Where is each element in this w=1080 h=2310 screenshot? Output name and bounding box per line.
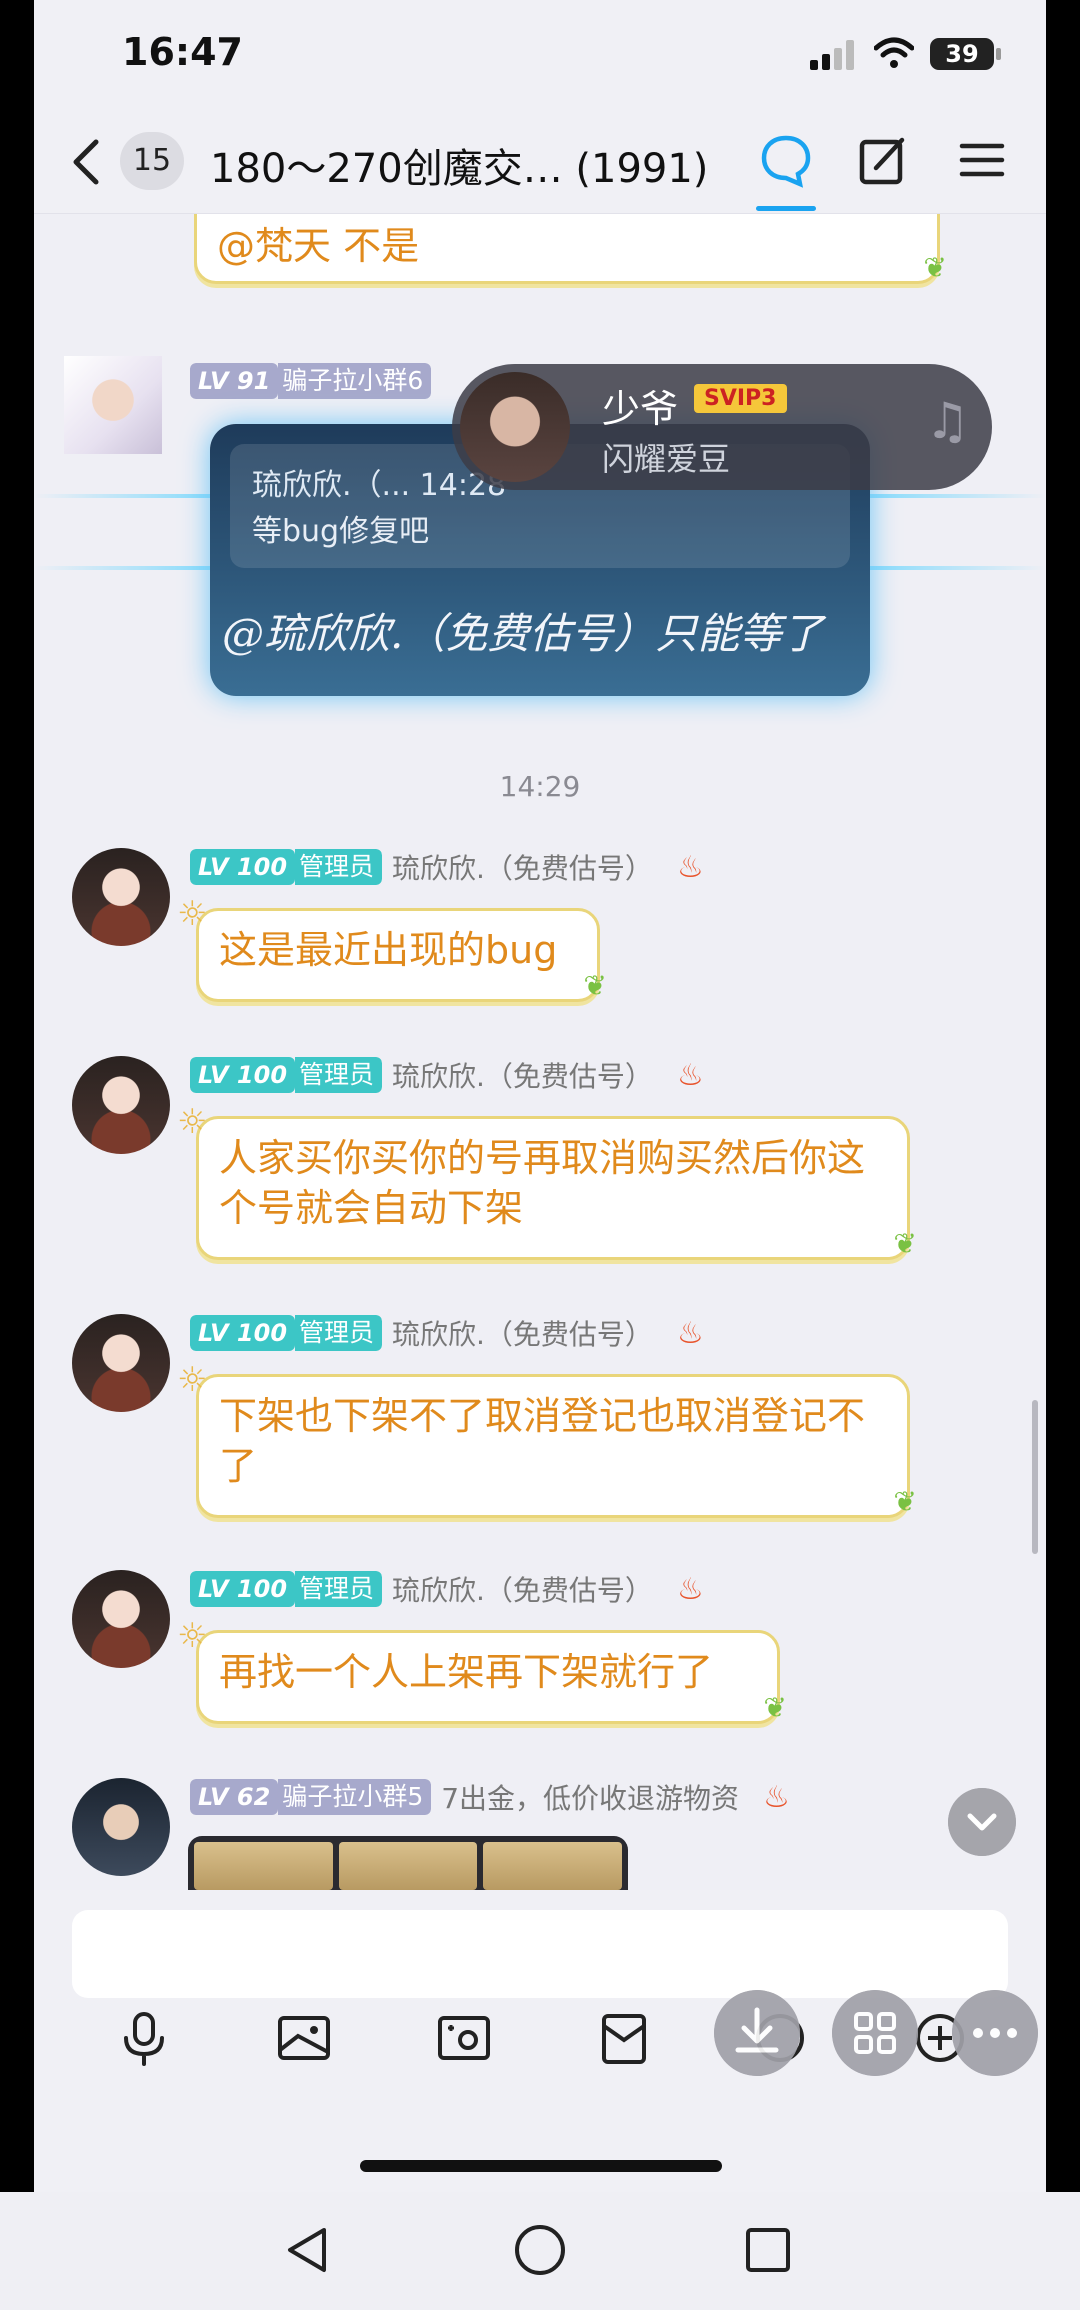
system-nav-bar — [0, 2192, 1080, 2310]
message-bubble[interactable]: ☼ 这是最近出现的bug ❦ — [177, 894, 607, 1002]
level-badge: LV 91 骗子拉小群6 — [190, 363, 432, 399]
level-badge: LV 100 管理员 — [190, 1057, 383, 1093]
nav-home-icon[interactable] — [512, 2222, 568, 2278]
image-thumbnail[interactable] — [194, 1842, 333, 1890]
scrollbar[interactable] — [1032, 1400, 1038, 1554]
message-bubble[interactable]: ☼ 再找一个人上架再下架就行了 ❦ — [177, 1616, 787, 1724]
message-text: 人家买你买你的号再取消购买然后你这个号就会自动下架 — [219, 1136, 866, 1230]
message-text: 再找一个人上架再下架就行了 — [219, 1650, 714, 1694]
avatar[interactable] — [72, 1778, 170, 1876]
download-icon[interactable] — [714, 1990, 800, 2076]
image-thumbnail[interactable] — [483, 1842, 623, 1890]
sender-nickname[interactable]: 琉欣欣.（免费估号） — [392, 1569, 653, 1609]
chat-bubble-icon[interactable] — [756, 130, 816, 190]
sender-meta: LV 100 管理员 琉欣欣.（免费估号） ♨ — [190, 1570, 704, 1608]
message-input[interactable] — [72, 1910, 1008, 1998]
leaf-decoration-icon: ❦ — [893, 1227, 917, 1260]
avatar[interactable] — [72, 1570, 170, 1668]
sun-decoration-icon: ☼ — [177, 1102, 208, 1142]
song-title: 闪耀爱豆 — [602, 440, 731, 478]
message-text: 这是最近出现的bug — [219, 928, 558, 972]
fire-icon: ♨ — [676, 1315, 704, 1351]
group-title[interactable]: 180～270创魔交… (1991) — [210, 136, 708, 194]
avatar[interactable] — [72, 848, 170, 946]
status-bar: 16:47 39 — [34, 0, 1046, 110]
leaf-decoration-icon: ❦ — [893, 1485, 917, 1518]
fire-icon: ♨ — [676, 1571, 704, 1607]
fire-icon: ♨ — [676, 849, 704, 885]
more-icon[interactable] — [952, 1990, 1038, 2076]
timestamp: 14:29 — [499, 770, 581, 803]
music-status-card[interactable]: 少爷 SVIP3 闪耀爱豆 ♫ — [452, 364, 992, 490]
clock: 16:47 — [122, 30, 243, 74]
leaf-decoration-icon: ❦ — [923, 251, 947, 284]
nav-back-icon[interactable] — [280, 2222, 336, 2278]
avatar[interactable] — [64, 356, 162, 454]
microphone-icon[interactable] — [114, 2008, 174, 2068]
message-bubble[interactable]: ☼ 人家买你买你的号再取消购买然后你这个号就会自动下架 ❦ — [177, 1102, 917, 1260]
camera-icon[interactable] — [434, 2008, 494, 2068]
message-list[interactable]: @梵天 不是 ❦ LV 91 骗子拉小群6 琉欣欣.（... 14:28 等bu… — [34, 214, 1046, 1890]
fire-icon: ♨ — [763, 1779, 790, 1815]
avatar — [460, 372, 570, 482]
battery-indicator: 39 — [930, 38, 1001, 70]
sun-decoration-icon: ☼ — [177, 1360, 208, 1400]
sun-decoration-icon: ☼ — [177, 1616, 208, 1656]
message-bubble[interactable]: @梵天 不是 ❦ — [194, 214, 947, 284]
sender-nickname[interactable]: 琉欣欣.（免费估号） — [392, 1313, 653, 1353]
apps-grid-icon[interactable] — [832, 1990, 918, 2076]
leaf-decoration-icon: ❦ — [763, 1691, 787, 1724]
level-badge: LV 100 管理员 — [190, 849, 383, 885]
home-indicator[interactable] — [360, 2160, 722, 2172]
scroll-to-bottom-button[interactable] — [948, 1788, 1016, 1856]
sender-meta: LV 91 骗子拉小群6 — [190, 362, 432, 400]
image-thumbnail[interactable] — [338, 1842, 478, 1890]
screen: 16:47 39 15 180～270创魔交… (1991) @梵天 不是 ❦ … — [34, 0, 1046, 2192]
quote-body: 等bug修复吧 — [252, 514, 430, 549]
message-text: 下架也下架不了取消登记也取消登记不了 — [219, 1394, 866, 1488]
message-text: @琉欣欣.（免费估号）只能等了 — [222, 609, 824, 658]
message-text: @梵天 不是 — [217, 224, 420, 268]
red-packet-icon[interactable] — [594, 2008, 654, 2068]
message-bubble[interactable]: ☼ 下架也下架不了取消登记也取消登记不了 ❦ — [177, 1360, 917, 1518]
back-arrow-icon[interactable] — [64, 134, 112, 190]
image-message[interactable] — [188, 1836, 628, 1890]
level-badge: LV 100 管理员 — [190, 1571, 383, 1607]
sender-meta: LV 62 骗子拉小群5 7出金，低价收退游物资 ♨ — [190, 1778, 790, 1816]
sender-meta: LV 100 管理员 琉欣欣.（免费估号） ♨ — [190, 1056, 704, 1094]
user-name: 少爷 — [602, 387, 679, 431]
signal-icon — [810, 40, 856, 70]
wifi-icon — [874, 37, 914, 68]
nav-recents-icon[interactable] — [740, 2222, 796, 2278]
input-panel — [34, 1890, 1046, 2192]
sender-nickname[interactable]: 琉欣欣.（免费估号） — [392, 1055, 653, 1095]
fire-icon: ♨ — [676, 1057, 704, 1093]
avatar[interactable] — [72, 1056, 170, 1154]
sender-meta: LV 100 管理员 琉欣欣.（免费估号） ♨ — [190, 1314, 704, 1352]
active-tab-indicator — [756, 206, 816, 211]
music-note-icon: ♫ — [925, 392, 970, 450]
level-badge: LV 100 管理员 — [190, 1315, 383, 1351]
edit-icon[interactable] — [854, 130, 914, 190]
menu-icon[interactable] — [952, 130, 1012, 190]
sender-nickname[interactable]: 琉欣欣.（免费估号） — [392, 847, 653, 887]
sender-meta: LV 100 管理员 琉欣欣.（免费估号） ♨ — [190, 848, 704, 886]
leaf-decoration-icon: ❦ — [583, 969, 607, 1002]
sun-decoration-icon: ☼ — [177, 894, 208, 934]
level-badge: LV 62 骗子拉小群5 — [190, 1779, 432, 1815]
image-icon[interactable] — [274, 2008, 334, 2068]
chat-header: 15 180～270创魔交… (1991) — [34, 110, 1046, 214]
unread-count-badge[interactable]: 15 — [120, 132, 184, 190]
avatar[interactable] — [72, 1314, 170, 1412]
sender-nickname[interactable]: 7出金，低价收退游物资 — [441, 1777, 739, 1817]
vip-badge: SVIP3 — [694, 384, 787, 413]
